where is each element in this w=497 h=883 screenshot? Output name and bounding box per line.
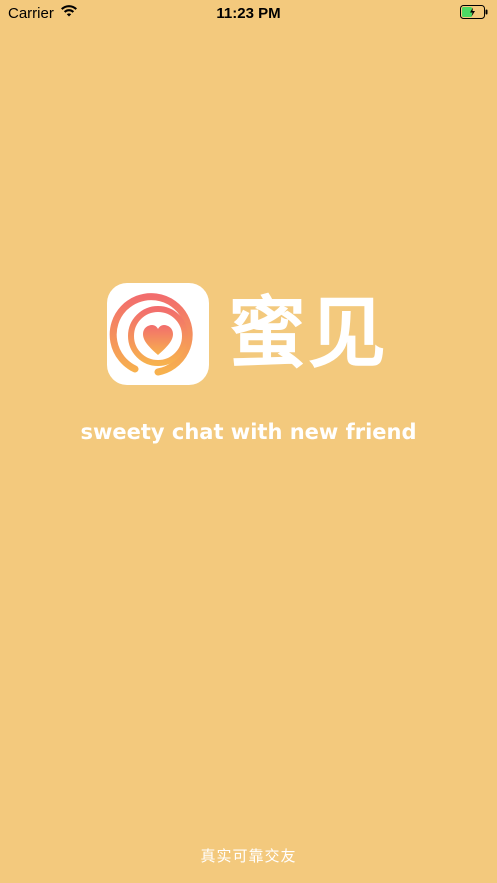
- tagline: sweety chat with new friend: [80, 420, 417, 444]
- status-bar: Carrier 11:23 PM: [0, 0, 497, 28]
- app-name: 蜜见: [228, 289, 389, 379]
- battery-charging-icon: [460, 5, 490, 19]
- heart-logo-icon: [109, 293, 193, 376]
- app-logo: [107, 283, 209, 385]
- clock: 11:23 PM: [216, 5, 281, 22]
- footer-slogan: 真实可靠交友: [200, 847, 297, 865]
